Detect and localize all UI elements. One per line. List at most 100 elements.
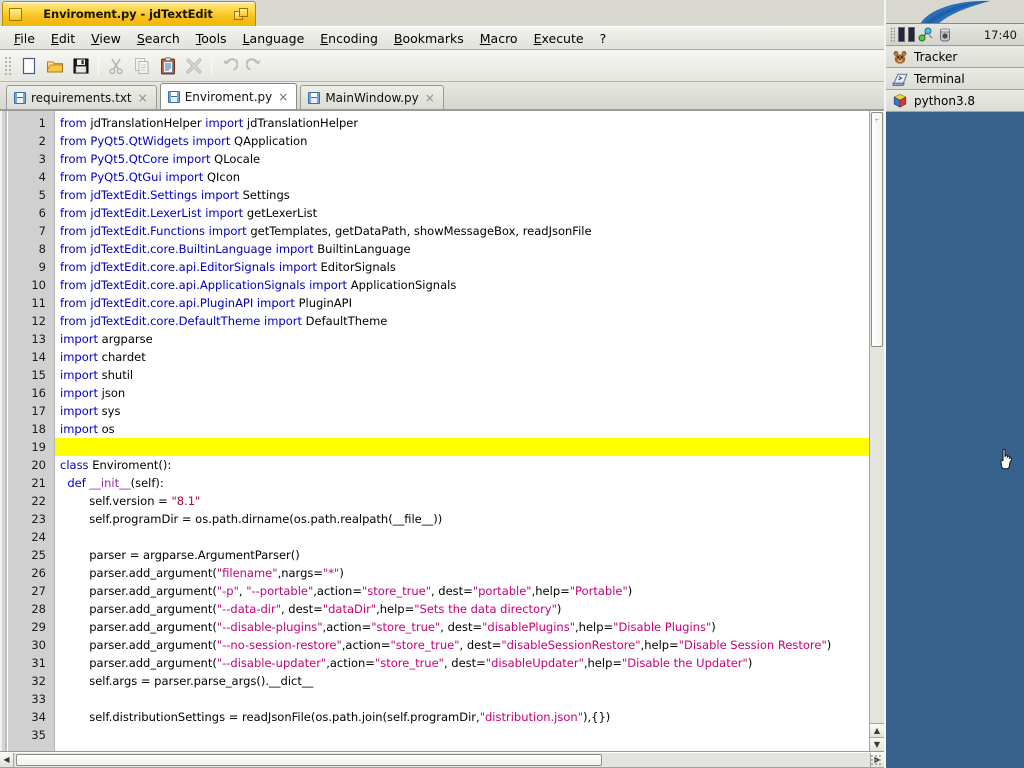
copy-button[interactable] (129, 53, 155, 79)
resize-grip[interactable] (870, 754, 882, 766)
code-line[interactable]: parser.add_argument("--data-dir", dest="… (55, 600, 884, 618)
code-line[interactable]: from jdTranslationHelper import jdTransl… (55, 114, 884, 132)
vertical-scrollbar[interactable]: ▲ ▼ (869, 111, 884, 751)
code-line[interactable]: parser = argparse.ArgumentParser() (55, 546, 884, 564)
cut-button[interactable] (103, 53, 129, 79)
menu-item-macro[interactable]: Macro (472, 28, 526, 49)
window-title-tab[interactable]: Enviroment.py - jdTextEdit (2, 1, 256, 26)
code-line-current[interactable] (55, 438, 884, 456)
vertical-scrollbar-track[interactable] (870, 111, 884, 723)
code-line[interactable]: parser.add_argument("--disable-plugins",… (55, 618, 884, 636)
redo-button[interactable] (242, 53, 268, 79)
tab-close-icon[interactable]: × (137, 92, 149, 104)
menu-item-edit[interactable]: Edit (43, 28, 83, 49)
code-line[interactable]: from jdTextEdit.core.DefaultTheme import… (55, 312, 884, 330)
cpu-meter-icon[interactable] (898, 27, 905, 42)
cpu-meter-icon-2[interactable] (908, 27, 915, 42)
document-tab-bar: requirements.txt × Enviroment.py × MainWindo… (0, 82, 884, 110)
vertical-scrollbar-thumb[interactable] (871, 112, 883, 347)
horizontal-scrollbar-thumb[interactable] (16, 754, 603, 766)
menu-item-search[interactable]: Search (129, 28, 188, 49)
undo-icon (223, 57, 238, 70)
media-volume-icon[interactable] (937, 27, 953, 43)
menu-item-execute[interactable]: Execute (526, 28, 592, 49)
code-line[interactable]: from jdTextEdit.core.api.ApplicationSign… (55, 276, 884, 294)
horizontal-scrollbar-track[interactable] (14, 753, 870, 767)
paste-icon (161, 56, 175, 74)
menu-item-file[interactable]: File (6, 28, 43, 49)
line-number: 2 (38, 134, 46, 148)
code-line[interactable]: from jdTextEdit.core.BuiltinLanguage imp… (55, 240, 884, 258)
zoom-icon[interactable] (234, 7, 249, 21)
code-line[interactable]: from PyQt5.QtCore import QLocale (55, 150, 884, 168)
deskbar-app-terminal[interactable]: Terminal (886, 68, 1024, 90)
save-file-button[interactable] (68, 53, 94, 79)
scroll-left-button[interactable]: ◀ (0, 753, 14, 767)
paste-button[interactable] (155, 53, 181, 79)
menu-item-[interactable]: ? (592, 28, 615, 49)
code-line[interactable]: parser.add_argument("-p", "--portable",a… (55, 582, 884, 600)
code-line[interactable]: import sys (55, 402, 884, 420)
code-line[interactable]: from jdTextEdit.core.api.PluginAPI impor… (55, 294, 884, 312)
code-line[interactable]: self.version = "8.1" (55, 492, 884, 510)
code-token: import (172, 152, 215, 166)
line-number: 3 (38, 152, 46, 166)
code-text-area[interactable]: from jdTranslationHelper import jdTransl… (55, 111, 884, 751)
code-line[interactable] (55, 690, 884, 708)
line-number: 26 (31, 566, 46, 580)
undo-button[interactable] (216, 53, 242, 79)
process-controller-icon[interactable] (918, 27, 934, 43)
code-line[interactable]: import argparse (55, 330, 884, 348)
code-line[interactable] (55, 726, 884, 744)
code-token: "distribution.json" (479, 710, 583, 724)
code-token: "*" (323, 566, 340, 580)
deskbar-app-tracker[interactable]: Tracker (886, 46, 1024, 68)
toolbar-grip[interactable] (4, 55, 12, 76)
code-line[interactable]: parser.add_argument("--disable-updater",… (55, 654, 884, 672)
code-line[interactable] (55, 528, 884, 546)
menu-item-language[interactable]: Language (235, 28, 313, 49)
code-token: "-p" (216, 584, 239, 598)
menu-item-encoding[interactable]: Encoding (312, 28, 386, 49)
code-line[interactable]: from jdTextEdit.core.api.EditorSignals i… (55, 258, 884, 276)
scroll-up-button[interactable]: ▲ (870, 723, 884, 737)
code-line[interactable]: from jdTextEdit.LexerList import getLexe… (55, 204, 884, 222)
code-line[interactable]: from jdTextEdit.Settings import Settings (55, 186, 884, 204)
code-line[interactable]: self.distributionSettings = readJsonFile… (55, 708, 884, 726)
menu-item-view[interactable]: View (83, 28, 129, 49)
code-line[interactable]: class Enviroment(): (55, 456, 884, 474)
document-tab-requirements-txt[interactable]: requirements.txt × (6, 85, 157, 109)
tray-grip[interactable] (890, 26, 895, 43)
code-line[interactable]: from PyQt5.QtWidgets import QApplication (55, 132, 884, 150)
clock[interactable]: 17:40 (984, 28, 1020, 42)
code-line[interactable]: parser.add_argument("--no-session-restor… (55, 636, 884, 654)
new-file-button[interactable] (16, 53, 42, 79)
deskbar-app-python3-8[interactable]: python3.8 (886, 90, 1024, 112)
code-token: jdTranslationHelper (90, 116, 206, 130)
tab-close-icon[interactable]: × (424, 92, 436, 104)
scroll-down-button[interactable]: ▼ (870, 737, 884, 751)
code-line[interactable]: from PyQt5.QtGui import QIcon (55, 168, 884, 186)
line-number: 25 (31, 548, 46, 562)
code-line[interactable]: self.args = parser.parse_args().__dict__ (55, 672, 884, 690)
code-line[interactable]: import shutil (55, 366, 884, 384)
deskbar-logo[interactable] (886, 0, 1024, 24)
menu-item-tools[interactable]: Tools (188, 28, 235, 49)
code-line[interactable]: def __init__(self): (55, 474, 884, 492)
line-number: 16 (31, 386, 46, 400)
close-icon[interactable] (9, 7, 22, 21)
code-line[interactable]: import json (55, 384, 884, 402)
code-line[interactable]: self.programDir = os.path.dirname(os.pat… (55, 510, 884, 528)
document-tab-enviroment-py[interactable]: Enviroment.py × (159, 83, 298, 109)
horizontal-scrollbar[interactable]: ◀ ▶ (0, 752, 884, 768)
code-line[interactable]: from jdTextEdit.Functions import getTemp… (55, 222, 884, 240)
tab-close-icon[interactable]: × (277, 91, 289, 103)
document-tab-mainwindow-py[interactable]: MainWindow.py × (300, 85, 444, 109)
code-line[interactable]: parser.add_argument("filename",nargs="*"… (55, 564, 884, 582)
code-line[interactable]: import os (55, 420, 884, 438)
delete-button[interactable] (181, 53, 207, 79)
menu-item-bookmarks[interactable]: Bookmarks (386, 28, 472, 49)
code-line[interactable]: import chardet (55, 348, 884, 366)
code-token: jdTranslationHelper (246, 116, 359, 130)
open-file-button[interactable] (42, 53, 68, 79)
